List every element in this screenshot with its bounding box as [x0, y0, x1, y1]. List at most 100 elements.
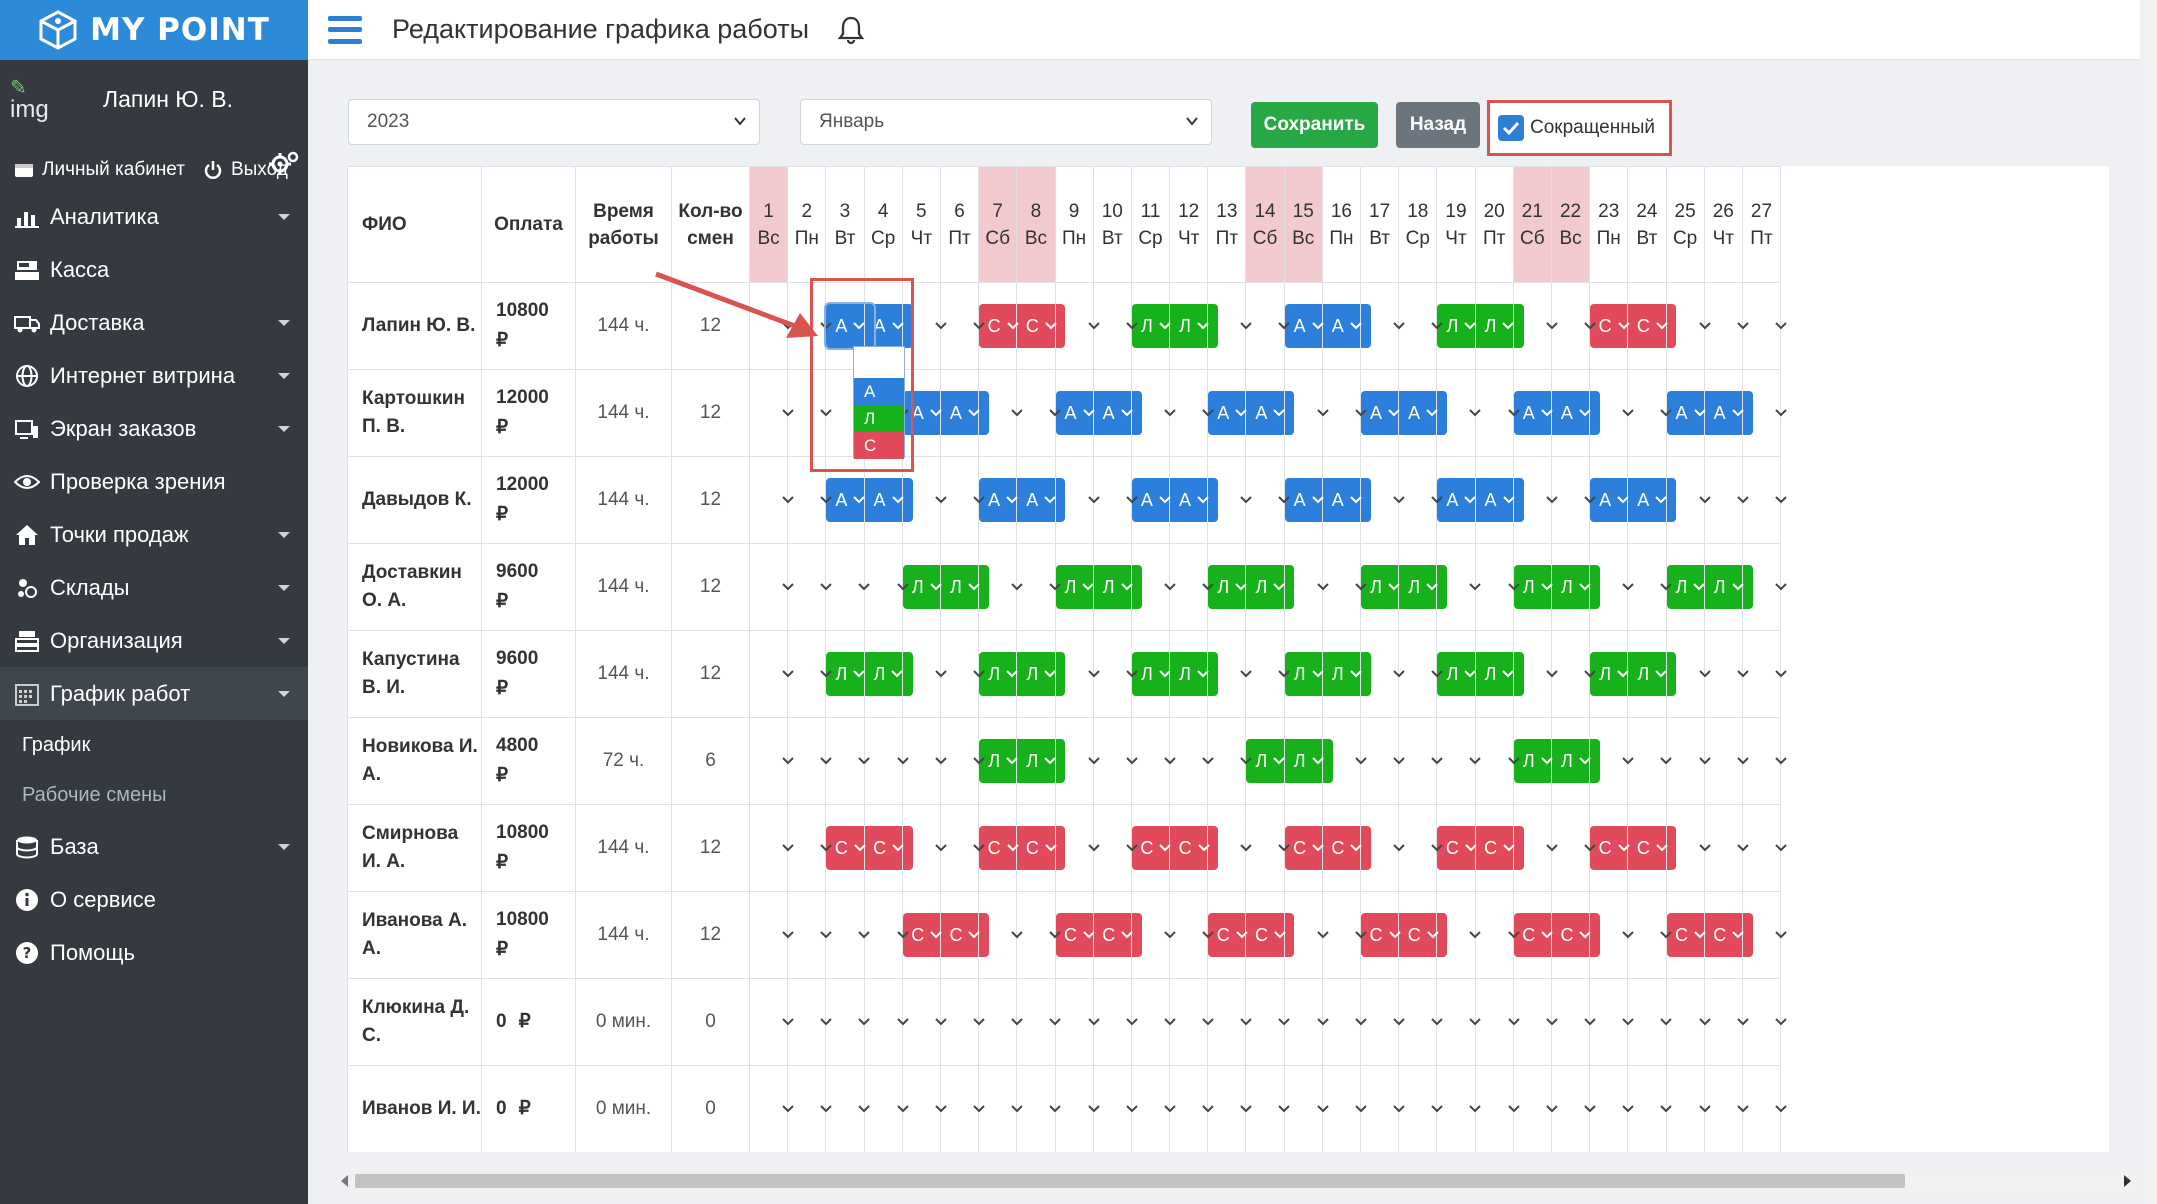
horizontal-scrollbar[interactable]: [341, 1170, 2137, 1192]
help-icon: ?: [14, 940, 40, 966]
day-header: 19 Чт: [1436, 166, 1476, 283]
chevron-down-icon: [1197, 844, 1210, 852]
scroll-right-arrow-icon[interactable]: [2124, 1175, 2131, 1187]
sidebar-item-screen[interactable]: Экран заказов: [0, 402, 308, 455]
chevron-down-icon: [891, 322, 904, 330]
shift-code: А: [1293, 315, 1306, 336]
shift-code: Л: [1599, 663, 1612, 684]
chevron-down-icon: [1159, 322, 1171, 330]
chevron-down-icon: [1660, 409, 1673, 417]
chevron-down-icon: [1049, 931, 1062, 939]
chevron-down-icon: [1240, 757, 1252, 765]
shift-type-dropdown: АЛС: [853, 346, 905, 459]
shift-select[interactable]: [1743, 565, 1791, 609]
sidebar-item-help[interactable]: ? Помощь: [0, 926, 308, 979]
scrollbar-thumb[interactable]: [355, 1174, 1905, 1188]
chevron-down-icon: [858, 931, 871, 939]
back-button[interactable]: Назад: [1396, 102, 1480, 148]
schedule-cell: С: [1550, 891, 1600, 979]
month-select[interactable]: Январь: [800, 99, 1212, 145]
bell-icon[interactable]: [837, 15, 865, 45]
chevron-down-icon: [1617, 670, 1629, 678]
chevron-down-icon: [1622, 757, 1634, 765]
shift-code: Л: [1561, 576, 1573, 597]
chevron-down-icon: [1273, 757, 1286, 765]
schedule-cell: С: [1245, 891, 1295, 979]
shift-select[interactable]: [1743, 391, 1791, 435]
day-weekday: Пн: [1062, 227, 1087, 249]
sidebar-item-eye[interactable]: Проверка зрения: [0, 455, 308, 508]
dropdown-option[interactable]: С: [854, 432, 904, 459]
scroll-left-arrow-icon[interactable]: [341, 1175, 348, 1187]
chevron-down-icon: [1698, 844, 1711, 852]
users-settings-icon[interactable]: [268, 148, 300, 180]
schedule-cell: [1665, 456, 1711, 544]
shift-code: А: [1713, 402, 1726, 423]
shift-select[interactable]: [1743, 826, 1791, 870]
save-button[interactable]: Сохранить: [1251, 102, 1378, 148]
shift-code: А: [1369, 402, 1382, 423]
sidebar-item-calendar[interactable]: График работ: [0, 667, 308, 720]
dropdown-option[interactable]: [854, 347, 904, 378]
year-select[interactable]: 2023: [348, 99, 760, 145]
shift-code: С: [1369, 924, 1383, 945]
shift-select[interactable]: [1743, 478, 1791, 522]
sidebar-item-database[interactable]: База: [0, 820, 308, 873]
chevron-down-icon: [1660, 1105, 1673, 1113]
chevron-down-icon: [1502, 322, 1515, 330]
checkbox-checked-icon[interactable]: [1498, 115, 1524, 141]
chevron-down-icon: [853, 496, 866, 504]
sidebar-item-cash-register[interactable]: Касса: [0, 243, 308, 296]
submenu-item[interactable]: График: [0, 720, 308, 770]
chevron-down-icon: [1698, 670, 1711, 678]
cabinet-link[interactable]: Личный кабинет: [14, 159, 185, 181]
chevron-down-icon: [1393, 844, 1405, 852]
chevron-down-icon: [782, 757, 794, 765]
chevron-down-icon: [1469, 757, 1482, 765]
day-number: 26: [1712, 200, 1734, 222]
sidebar-item-globe[interactable]: Интернет витрина: [0, 349, 308, 402]
pay-value: 0: [496, 1011, 507, 1032]
vertical-scrollbar[interactable]: [2140, 0, 2157, 1204]
year-value: 2023: [367, 111, 410, 132]
chevron-down-icon: [1006, 757, 1018, 765]
chevron-down-icon: [820, 322, 832, 330]
sidebar-item-truck[interactable]: Доставка: [0, 296, 308, 349]
chevron-down-icon: [1584, 844, 1596, 852]
shift-code: Л: [1140, 315, 1153, 336]
shift-select[interactable]: [1743, 652, 1791, 696]
sidebar-item-warehouse[interactable]: Склады: [0, 561, 308, 614]
shift-code: А: [988, 489, 1001, 510]
schedule-cell: [1359, 456, 1405, 544]
employee-pay: 10800 ₽: [481, 282, 576, 370]
shift-select[interactable]: [1743, 1087, 1791, 1131]
sidebar-item-home[interactable]: Точки продаж: [0, 508, 308, 561]
dropdown-option[interactable]: А: [854, 378, 904, 405]
shift-select[interactable]: [1743, 739, 1791, 783]
chevron-down-icon: [1731, 409, 1744, 417]
sidebar-item-organization[interactable]: Организация: [0, 614, 308, 667]
dropdown-option[interactable]: Л: [854, 405, 904, 432]
day-number: 2: [801, 200, 813, 222]
sidebar-item-chart[interactable]: Аналитика: [0, 190, 308, 243]
chevron-down-icon: [1698, 757, 1711, 765]
shift-select[interactable]: [1743, 913, 1791, 957]
shift-code: С: [1636, 315, 1650, 336]
schedule-cell: [748, 717, 794, 805]
shift-code: С: [1522, 924, 1536, 945]
chevron-down-icon: [1426, 931, 1439, 939]
chevron-down-icon: [1546, 496, 1558, 504]
hamburger-menu-icon[interactable]: [328, 15, 362, 44]
logo[interactable]: MY POINT: [0, 0, 308, 60]
sidebar-item-label: База: [50, 833, 99, 859]
shift-select[interactable]: [1743, 304, 1791, 348]
short-view-checkbox[interactable]: Сокращенный: [1487, 100, 1672, 156]
day-weekday: Пт: [1215, 227, 1239, 249]
sidebar-item-info[interactable]: О сервисе: [0, 873, 308, 926]
chevron-down-icon: [1049, 1105, 1062, 1113]
schedule-cell: Л: [1474, 282, 1524, 370]
day-header: 11 Ср: [1130, 166, 1171, 283]
employee-shifts: 12: [671, 456, 750, 544]
submenu-item[interactable]: Рабочие смены: [0, 770, 308, 820]
shift-select[interactable]: [1743, 1000, 1791, 1044]
